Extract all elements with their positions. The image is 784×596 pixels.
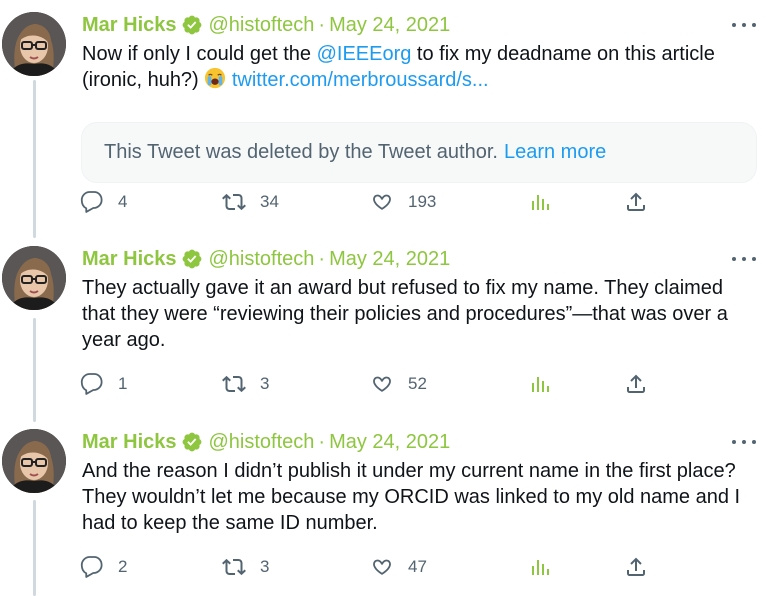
tweet-text: And the reason I didn’t publish it under… bbox=[82, 458, 762, 536]
like-icon bbox=[370, 555, 394, 579]
loudly-crying-face-emoji bbox=[204, 67, 226, 89]
retweet-count: 3 bbox=[260, 557, 270, 576]
analytics-icon bbox=[528, 190, 552, 214]
like-button[interactable]: 52 bbox=[370, 370, 427, 398]
like-count: 193 bbox=[408, 192, 437, 211]
tweet-header: Mar Hicks @histoftech · May 24, 2021 bbox=[82, 429, 450, 455]
share-icon bbox=[624, 190, 648, 214]
author-handle[interactable]: @histoftech bbox=[209, 14, 315, 37]
tweet-text-line: And the reason I didn’t publish it under… bbox=[82, 460, 736, 482]
tweet-text: They actually gave it an award but refus… bbox=[82, 275, 762, 353]
author-name[interactable]: Mar Hicks bbox=[82, 248, 177, 271]
like-icon bbox=[370, 190, 394, 214]
tweet-text-line: had to keep the same ID number. bbox=[82, 512, 378, 534]
like-count: 52 bbox=[408, 374, 427, 393]
reply-button[interactable]: 1 bbox=[80, 370, 127, 398]
verified-badge-icon bbox=[181, 431, 203, 453]
analytics-icon bbox=[528, 372, 552, 396]
retweet-button[interactable]: 34 bbox=[222, 188, 279, 216]
retweet-count: 34 bbox=[260, 192, 279, 211]
share-icon bbox=[624, 555, 648, 579]
share-button[interactable] bbox=[624, 188, 648, 216]
like-icon bbox=[370, 372, 394, 396]
reply-count: 4 bbox=[118, 192, 128, 211]
mention-link[interactable]: @IEEEorg bbox=[317, 43, 412, 65]
retweet-button[interactable]: 3 bbox=[222, 370, 269, 398]
tweet-text: Now if only I could get the @IEEEorg to … bbox=[82, 41, 762, 93]
share-button[interactable] bbox=[624, 553, 648, 581]
author-name[interactable]: Mar Hicks bbox=[82, 14, 177, 37]
tweet-text-line: They wouldn’t let me because my ORCID wa… bbox=[82, 486, 741, 508]
tweet-text-segment: to fix my deadname on this article bbox=[411, 43, 715, 65]
more-icon[interactable] bbox=[732, 16, 756, 34]
avatar[interactable] bbox=[2, 246, 66, 310]
tweet-text-line: year ago. bbox=[82, 329, 166, 351]
verified-badge-icon bbox=[181, 14, 203, 36]
author-name[interactable]: Mar Hicks bbox=[82, 431, 177, 454]
reply-count: 1 bbox=[118, 374, 128, 393]
deleted-quote-card[interactable]: This Tweet was deleted by the Tweet auth… bbox=[81, 122, 757, 183]
reply-icon bbox=[80, 372, 104, 396]
more-icon[interactable] bbox=[732, 433, 756, 451]
tweet[interactable]: Mar Hicks @histoftech · May 24, 2021 And… bbox=[0, 429, 784, 587]
separator-dot: · bbox=[318, 13, 326, 36]
tweet-header: Mar Hicks @histoftech · May 24, 2021 bbox=[82, 12, 450, 38]
reply-icon bbox=[80, 555, 104, 579]
avatar[interactable] bbox=[2, 429, 66, 493]
analytics-button[interactable] bbox=[528, 370, 552, 398]
analytics-button[interactable] bbox=[528, 553, 552, 581]
share-button[interactable] bbox=[624, 370, 648, 398]
tweet-text-segment: (ironic, huh?) bbox=[82, 69, 205, 91]
avatar[interactable] bbox=[2, 12, 66, 76]
author-handle[interactable]: @histoftech bbox=[209, 248, 315, 271]
reply-count: 2 bbox=[118, 557, 128, 576]
retweet-icon bbox=[222, 555, 246, 579]
quote-notice: This Tweet was deleted by the Tweet auth… bbox=[104, 141, 498, 163]
analytics-icon bbox=[528, 555, 552, 579]
retweet-count: 3 bbox=[260, 374, 270, 393]
more-icon[interactable] bbox=[732, 250, 756, 268]
tweet-actions: 1 3 52 bbox=[80, 370, 680, 398]
tweet[interactable]: Mar Hicks @histoftech · May 24, 2021 Now… bbox=[0, 12, 784, 222]
author-handle[interactable]: @histoftech bbox=[209, 431, 315, 454]
like-button[interactable]: 47 bbox=[370, 553, 427, 581]
separator-dot: · bbox=[318, 247, 326, 270]
tweet-url-link[interactable]: twitter.com/merbroussard/s... bbox=[232, 69, 489, 91]
tweet-header: Mar Hicks @histoftech · May 24, 2021 bbox=[82, 246, 450, 272]
tweet-actions: 2 3 47 bbox=[80, 553, 680, 581]
tweet-date[interactable]: May 24, 2021 bbox=[329, 431, 450, 454]
retweet-icon bbox=[222, 190, 246, 214]
learn-more-link[interactable]: Learn more bbox=[504, 141, 606, 164]
tweet-text-line: that they were “reviewing their policies… bbox=[82, 303, 728, 325]
reply-button[interactable]: 2 bbox=[80, 553, 127, 581]
tweet-date[interactable]: May 24, 2021 bbox=[329, 248, 450, 271]
reply-button[interactable]: 4 bbox=[80, 188, 127, 216]
analytics-button[interactable] bbox=[528, 188, 552, 216]
tweet-actions: 4 34 193 bbox=[80, 188, 680, 216]
tweet-text-segment: Now if only I could get the bbox=[82, 43, 317, 65]
retweet-button[interactable]: 3 bbox=[222, 553, 269, 581]
separator-dot: · bbox=[318, 430, 326, 453]
tweet[interactable]: Mar Hicks @histoftech · May 24, 2021 The… bbox=[0, 246, 784, 404]
like-button[interactable]: 193 bbox=[370, 188, 436, 216]
tweet-text-line: They actually gave it an award but refus… bbox=[82, 277, 724, 299]
tweet-date[interactable]: May 24, 2021 bbox=[329, 14, 450, 37]
reply-icon bbox=[80, 190, 104, 214]
tweet-thread: Mar Hicks @histoftech · May 24, 2021 Now… bbox=[0, 0, 784, 596]
share-icon bbox=[624, 372, 648, 396]
like-count: 47 bbox=[408, 557, 427, 576]
verified-badge-icon bbox=[181, 248, 203, 270]
retweet-icon bbox=[222, 372, 246, 396]
